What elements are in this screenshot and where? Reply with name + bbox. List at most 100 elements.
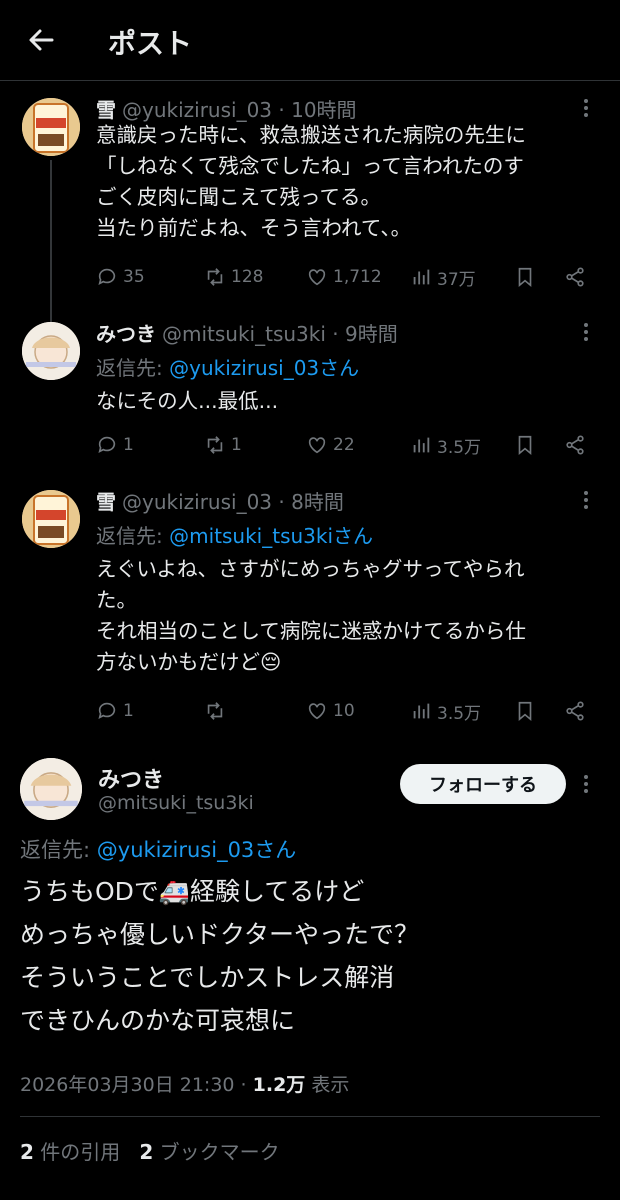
author-handle[interactable]: @yukizirusi_03 bbox=[122, 490, 272, 514]
repost-button[interactable] bbox=[204, 696, 231, 726]
text-line: それ相当のことして病院に迷惑かけてるから仕 bbox=[96, 619, 526, 643]
bookmarks-label: ブックマーク bbox=[153, 1140, 280, 1164]
top-bar: ポスト bbox=[0, 0, 620, 81]
bar-chart-icon bbox=[413, 269, 430, 285]
view-count: 37万 bbox=[437, 269, 476, 290]
bookmark-button[interactable] bbox=[514, 262, 541, 292]
heart-icon bbox=[308, 437, 326, 454]
more-horizontal-icon[interactable] bbox=[576, 490, 596, 510]
post-text: 意識戻った時に、救急搬送された病院の先生に 「しねなくて残念でしたね」って言われ… bbox=[96, 120, 600, 244]
divider bbox=[20, 1116, 600, 1117]
author-name[interactable]: みつき bbox=[98, 762, 164, 794]
heart-icon bbox=[308, 703, 326, 720]
more-horizontal-icon[interactable] bbox=[576, 774, 596, 794]
thread-connector bbox=[50, 294, 52, 322]
like-count: 22 bbox=[333, 435, 355, 455]
like-button[interactable]: 1,712 bbox=[306, 262, 382, 292]
text-line: 当たり前だよね、そう言われて、。 bbox=[96, 216, 412, 240]
like-button[interactable]: 10 bbox=[306, 696, 355, 726]
views-button[interactable]: 3.5万 bbox=[410, 696, 481, 726]
text-line: 方ないかもだけど😔 bbox=[96, 650, 282, 674]
view-count: 3.5万 bbox=[437, 703, 482, 724]
more-horizontal-icon[interactable] bbox=[576, 322, 596, 342]
bookmark-icon bbox=[518, 435, 532, 456]
repost-button[interactable]: 1 bbox=[204, 430, 242, 460]
reply-to-handle[interactable]: @yukizirusi_03さん bbox=[97, 838, 297, 862]
avatar[interactable] bbox=[22, 322, 80, 380]
post-time: · 9時間 bbox=[332, 322, 398, 346]
repost-count: 1 bbox=[231, 435, 242, 455]
reply-button[interactable]: 1 bbox=[96, 430, 134, 460]
text-line: うちもODで🚑経験してるけど bbox=[20, 877, 365, 906]
reply-icon bbox=[98, 268, 116, 285]
bar-chart-icon bbox=[413, 437, 430, 453]
author-name[interactable]: 雪 bbox=[96, 490, 116, 514]
action-bar: 1 1 22 3.5万 bbox=[96, 430, 596, 460]
avatar[interactable] bbox=[22, 490, 80, 548]
share-icon bbox=[566, 435, 584, 455]
author-name[interactable]: みつき bbox=[96, 322, 156, 346]
repost-button[interactable]: 128 bbox=[204, 262, 263, 292]
view-count: 3.5万 bbox=[437, 437, 482, 458]
thread-connector bbox=[50, 160, 52, 312]
author-row: 雪 @yukizirusi_03 · 8時間 bbox=[96, 486, 590, 516]
author-handle[interactable]: @mitsuki_tsu3ki bbox=[162, 322, 326, 346]
bookmark-button[interactable] bbox=[514, 430, 541, 460]
views-label: 表示 bbox=[305, 1074, 350, 1096]
reply-button[interactable]: 1 bbox=[96, 696, 134, 726]
share-button[interactable] bbox=[564, 262, 591, 292]
text-line: そういうことでしかストレス解消 bbox=[20, 963, 395, 992]
share-icon bbox=[566, 267, 584, 287]
bookmarks-link[interactable]: 2 ブックマーク bbox=[139, 1140, 279, 1164]
bookmarks-count: 2 bbox=[139, 1140, 154, 1164]
text-line: 「しねなくて残念でしたね」って言われたのす bbox=[96, 154, 524, 178]
reply-count: 1 bbox=[123, 435, 134, 455]
share-button[interactable] bbox=[564, 430, 591, 460]
quotes-count: 2 bbox=[20, 1140, 34, 1164]
post-text: えぐいよね、さすがにめっちゃグサってやられ た。 それ相当のことして病院に迷惑か… bbox=[96, 554, 600, 678]
text-line: できひんのかな可哀想に bbox=[20, 1006, 296, 1035]
reply-to-line: 返信先: @yukizirusi_03さん bbox=[96, 352, 359, 381]
engagement-stats: 2 件の引用 2 ブックマーク bbox=[20, 1136, 280, 1165]
post-meta: 2026年03月30日 21:30 · 1.2万 表示 bbox=[20, 1070, 349, 1097]
repost-count: 128 bbox=[231, 267, 264, 287]
author-handle[interactable]: @mitsuki_tsu3ki bbox=[98, 792, 254, 814]
text-line: めっちゃ優しいドクターやったで？ bbox=[20, 920, 420, 949]
back-arrow-icon[interactable] bbox=[22, 22, 62, 58]
bookmark-button[interactable] bbox=[514, 696, 541, 726]
author-handle[interactable]: @yukizirusi_03 bbox=[122, 98, 272, 122]
reply-button[interactable]: 35 bbox=[96, 262, 145, 292]
reply-to-label: 返信先: bbox=[96, 356, 170, 380]
text-line: えぐいよね、さすがにめっちゃグサってやられ bbox=[96, 557, 525, 581]
quotes-link[interactable]: 2 件の引用 bbox=[20, 1140, 120, 1164]
share-button[interactable] bbox=[564, 696, 591, 726]
action-bar: 1 10 3.5万 bbox=[96, 696, 596, 726]
post-text: うちもODで🚑経験してるけど めっちゃ優しいドクターやったで？ そういうことでし… bbox=[20, 870, 600, 1042]
text-line: なにその人...最低... bbox=[96, 389, 279, 413]
text-line: ごく皮肉に聞こえて残ってる。 bbox=[96, 185, 381, 209]
reply-to-handle[interactable]: @yukizirusi_03さん bbox=[169, 356, 359, 380]
avatar[interactable] bbox=[22, 98, 80, 156]
like-count: 1,712 bbox=[333, 267, 382, 287]
reply-to-handle[interactable]: @mitsuki_tsu3kiさん bbox=[169, 524, 373, 548]
post-datetime[interactable]: 2026年03月30日 21:30 bbox=[20, 1074, 235, 1096]
reply-to-line: 返信先: @yukizirusi_03さん bbox=[20, 834, 296, 864]
text-line: 意識戻った時に、救急搬送された病院の先生に bbox=[96, 123, 526, 147]
repost-icon bbox=[207, 436, 223, 454]
avatar[interactable] bbox=[20, 758, 82, 820]
follow-button[interactable]: フォローする bbox=[400, 764, 566, 804]
reply-to-label: 返信先: bbox=[96, 524, 170, 548]
author-row: みつき @mitsuki_tsu3ki · 9時間 bbox=[96, 318, 590, 348]
like-button[interactable]: 22 bbox=[306, 430, 355, 460]
quotes-label: 件の引用 bbox=[33, 1140, 121, 1164]
view-count: 1.2万 bbox=[252, 1074, 306, 1096]
views-button[interactable]: 3.5万 bbox=[410, 430, 481, 460]
author-name[interactable]: 雪 bbox=[96, 98, 116, 122]
bookmark-icon bbox=[518, 701, 532, 722]
page-title: ポスト bbox=[108, 27, 193, 60]
repost-icon bbox=[207, 702, 223, 720]
reply-count: 1 bbox=[123, 701, 134, 721]
repost-icon bbox=[207, 268, 223, 286]
views-button[interactable]: 37万 bbox=[410, 262, 476, 292]
more-horizontal-icon[interactable] bbox=[576, 98, 596, 118]
